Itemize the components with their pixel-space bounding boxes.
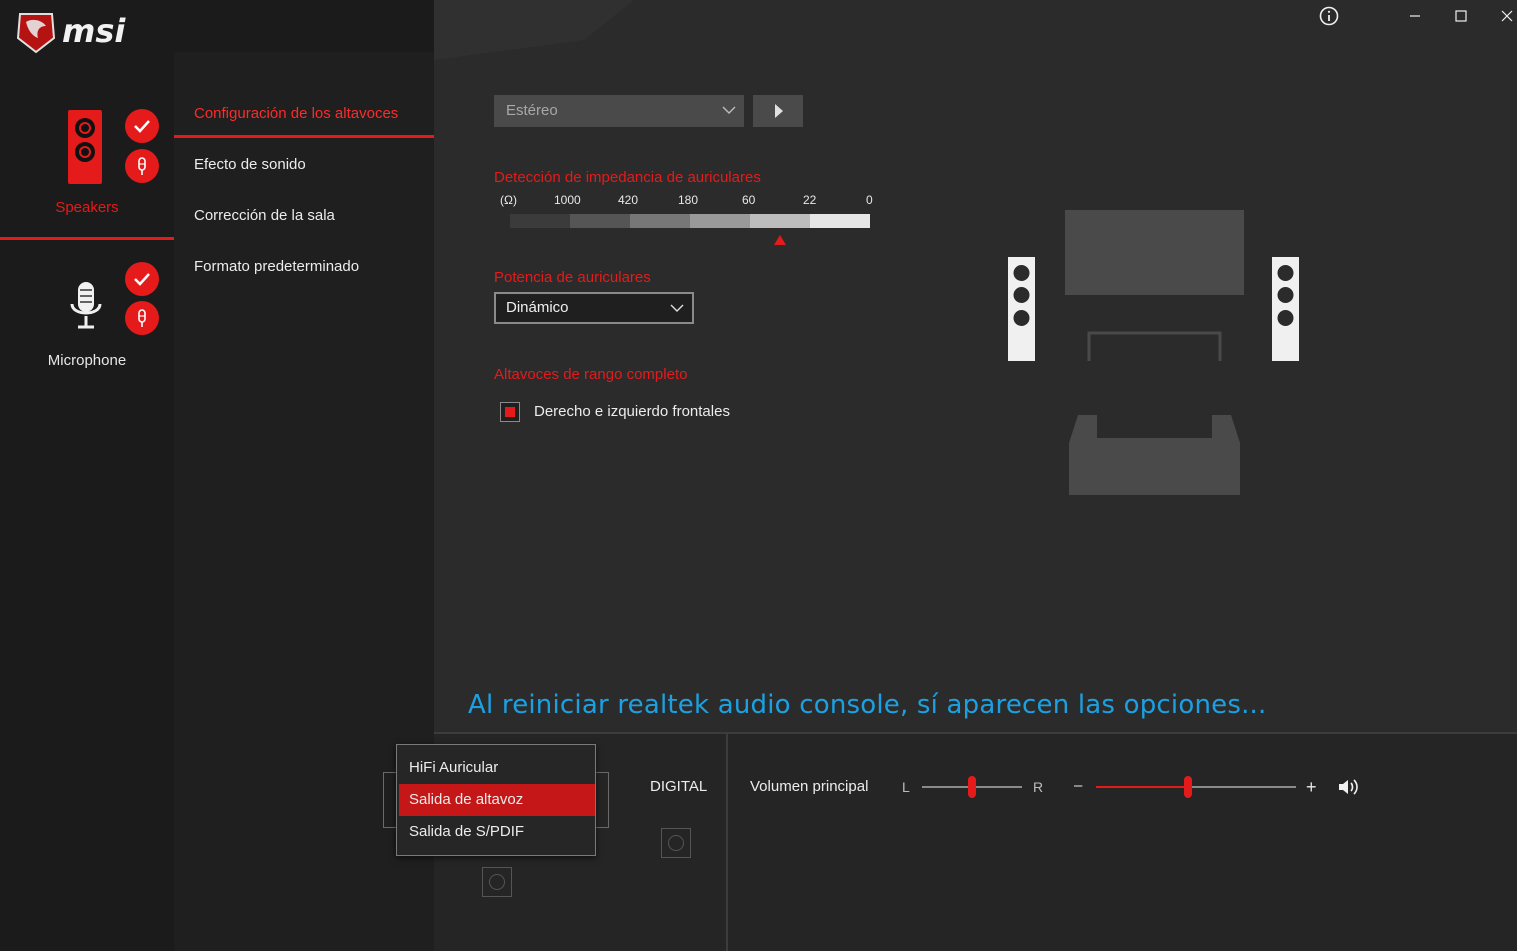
output-select-popup: HiFi Auricular Salida de altavoz Salida … bbox=[396, 744, 596, 856]
decorative-stripes bbox=[434, 0, 634, 60]
speaker-icon bbox=[68, 110, 102, 184]
maximize-icon[interactable] bbox=[1450, 5, 1472, 27]
microphone-icon bbox=[70, 282, 102, 329]
play-test-button[interactable] bbox=[753, 95, 803, 127]
impedance-scale-bar bbox=[510, 214, 870, 228]
impedance-tick: 180 bbox=[678, 193, 699, 207]
bottom-panel bbox=[434, 732, 1517, 951]
main-volume-label: Volumen principal bbox=[750, 778, 869, 795]
popup-item-speaker-out[interactable]: Salida de altavoz bbox=[399, 784, 595, 816]
bottom-divider bbox=[726, 734, 728, 951]
jack-port[interactable] bbox=[482, 867, 512, 897]
menu-item-speaker-config[interactable]: Configuración de los altavoces bbox=[194, 105, 398, 122]
volume-plus-button[interactable]: + bbox=[1306, 777, 1317, 798]
impedance-heading: Detección de impedancia de auriculares bbox=[494, 169, 761, 186]
impedance-marker-icon bbox=[774, 235, 786, 245]
info-circle-icon[interactable] bbox=[1318, 5, 1340, 27]
play-icon bbox=[775, 104, 783, 118]
impedance-tick: 22 bbox=[803, 193, 817, 207]
volume-icon[interactable] bbox=[1337, 778, 1359, 796]
menu-item-sound-effect[interactable]: Efecto de sonido bbox=[194, 156, 306, 173]
connected-check-icon bbox=[125, 262, 159, 296]
volume-slider-fill bbox=[1096, 786, 1188, 788]
jack-icon bbox=[125, 301, 159, 335]
chevron-down-icon bbox=[722, 106, 736, 114]
close-icon[interactable] bbox=[1496, 5, 1517, 27]
device-label-speakers: Speakers bbox=[55, 199, 119, 216]
impedance-tick: 0 bbox=[866, 193, 873, 207]
checkbox-checked-mark bbox=[505, 407, 515, 417]
impedance-tick: 1000 bbox=[554, 193, 581, 207]
header-band bbox=[174, 0, 434, 52]
chevron-down-icon bbox=[670, 304, 684, 312]
device-label-microphone: Microphone bbox=[47, 352, 127, 369]
impedance-unit: (Ω) bbox=[500, 193, 517, 207]
balance-left-label: L bbox=[902, 779, 910, 795]
headphone-power-select[interactable]: Dinámico bbox=[494, 292, 694, 324]
speaker-mode-select[interactable]: Estéreo bbox=[494, 95, 744, 127]
impedance-tick: 420 bbox=[618, 193, 639, 207]
fullrange-checkbox[interactable] bbox=[500, 402, 520, 422]
headphone-power-heading: Potencia de auriculares bbox=[494, 269, 651, 286]
active-device-underline bbox=[0, 237, 174, 240]
jack-icon bbox=[125, 149, 159, 183]
balance-slider[interactable] bbox=[922, 776, 1022, 798]
volume-slider[interactable] bbox=[1096, 776, 1296, 798]
volume-minus-button[interactable]: – bbox=[1074, 777, 1082, 794]
connected-check-icon bbox=[125, 109, 159, 143]
annotation-caption: Al reiniciar realtek audio console, sí a… bbox=[468, 690, 1267, 720]
balance-right-label: R bbox=[1033, 779, 1044, 795]
fullrange-heading: Altavoces de rango completo bbox=[494, 366, 688, 383]
msi-logo: msi bbox=[16, 12, 126, 54]
fullrange-checkbox-label: Derecho e izquierdo frontales bbox=[534, 403, 730, 420]
headphone-power-value: Dinámico bbox=[506, 299, 569, 316]
popup-item-hifi-headphone[interactable]: HiFi Auricular bbox=[399, 752, 595, 784]
popup-item-spdif-out[interactable]: Salida de S/PDIF bbox=[399, 816, 595, 848]
menu-item-default-format[interactable]: Formato predeterminado bbox=[194, 258, 359, 275]
svg-text:msi: msi bbox=[62, 12, 126, 50]
active-menu-underline bbox=[174, 135, 434, 138]
impedance-tick: 60 bbox=[742, 193, 756, 207]
volume-slider-thumb[interactable] bbox=[1184, 776, 1192, 798]
speaker-mode-value: Estéreo bbox=[506, 102, 558, 119]
minimize-icon[interactable] bbox=[1404, 5, 1426, 27]
room-illustration bbox=[1008, 210, 1299, 495]
digital-label: DIGITAL bbox=[650, 778, 708, 795]
digital-port[interactable] bbox=[661, 828, 691, 858]
balance-slider-thumb[interactable] bbox=[968, 776, 976, 798]
menu-item-room-correction[interactable]: Corrección de la sala bbox=[194, 207, 335, 224]
